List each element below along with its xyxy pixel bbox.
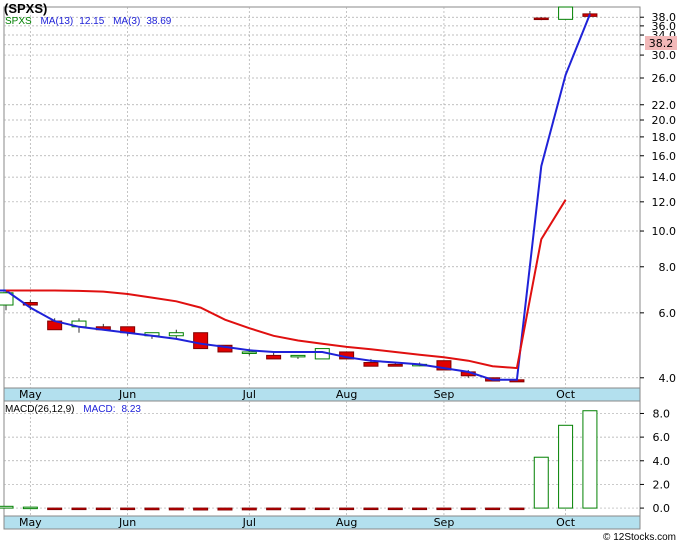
candle-body <box>387 363 403 367</box>
legend-ma13-value: 12.15 <box>79 16 105 27</box>
price-tick-label: 8.0 <box>659 261 677 274</box>
chart-title: (SPXS) <box>4 1 48 16</box>
moving-average-lines <box>0 13 591 381</box>
candle-body <box>363 362 379 367</box>
macd-bar <box>412 507 428 511</box>
candle-body <box>533 17 549 21</box>
macd-bar <box>582 410 598 509</box>
price-tick-label: 16.0 <box>652 150 677 163</box>
macd-bar <box>95 507 111 511</box>
macd-date-label: Jul <box>242 516 256 529</box>
credit-text: © 12Stocks.com <box>603 532 676 543</box>
macd-histogram <box>0 410 598 511</box>
macd-tick-label: 6.0 <box>653 431 671 444</box>
macd-bar <box>509 507 525 511</box>
macd-date-label: Oct <box>556 516 576 529</box>
macd-bar <box>387 507 403 511</box>
price-date-label: Jun <box>118 388 136 401</box>
candle-body <box>266 354 282 360</box>
macd-bar <box>241 507 257 511</box>
macd-tick-label: 2.0 <box>653 478 671 491</box>
macd-bar <box>120 507 136 511</box>
legend-ma3-value: 38.69 <box>146 16 172 27</box>
macd-tick-label: 0.0 <box>653 502 671 515</box>
price-tick-label: 12.0 <box>652 196 677 209</box>
price-date-label: May <box>19 388 42 401</box>
macd-date-label: May <box>19 516 42 529</box>
macd-bar <box>71 507 87 511</box>
macd-date-axis-band <box>3 515 641 530</box>
macd-bar <box>168 507 184 511</box>
price-tick-label: 26.0 <box>652 72 677 85</box>
macd-date-label: Jun <box>118 516 136 529</box>
price-tick-label: 22.0 <box>652 99 677 112</box>
price-panel-frame <box>3 6 641 389</box>
price-grid <box>4 7 640 516</box>
candle-body <box>558 6 574 20</box>
macd-bar <box>436 507 452 511</box>
price-date-label: Aug <box>336 388 357 401</box>
macd-bar <box>533 456 549 509</box>
candle-body <box>193 332 209 350</box>
macd-legend-value-label: MACD: <box>83 404 116 415</box>
price-y-axis: 4.0 6.0 8.0 10.0 12.0 14.0 16.0 18.0 20.0 22.0 26.… <box>640 11 676 385</box>
price-date-label: Jul <box>242 388 256 401</box>
macd-bar <box>22 506 38 510</box>
macd-tick-label: 8.0 <box>653 407 671 420</box>
last-price-badge-label: 38.2 <box>649 37 674 50</box>
price-tick-label: 38.0 <box>652 11 677 24</box>
macd-bar <box>339 507 355 511</box>
macd-bar <box>290 507 306 511</box>
macd-bar <box>314 507 330 511</box>
macd-date-label: Sep <box>434 516 455 529</box>
candle-body <box>241 351 257 354</box>
chart-stage: 4.0 6.0 8.0 10.0 12.0 14.0 16.0 18.0 20.0 22.0 26.… <box>0 0 680 546</box>
macd-bar <box>363 507 379 511</box>
price-tick-label: 4.0 <box>659 372 677 385</box>
macd-bar <box>558 424 574 509</box>
price-date-axis-band <box>3 387 641 402</box>
legend-ma3-label: MA(3) <box>113 16 141 27</box>
price-legend: SPXS MA(13) 12.15 MA(3) 38.69 <box>5 16 177 27</box>
price-tick-label: 18.0 <box>652 131 677 144</box>
macd-bar <box>460 507 476 511</box>
ma3-line <box>0 13 591 381</box>
price-date-label: Oct <box>556 388 576 401</box>
macd-legend-label: MACD(26,12,9) <box>5 404 75 415</box>
macd-bar <box>485 507 501 511</box>
macd-bar <box>193 507 209 511</box>
macd-legend: MACD(26,12,9) MACD: 8.23 <box>5 404 147 415</box>
price-tick-label: 10.0 <box>652 225 677 238</box>
candle-body <box>168 332 184 337</box>
macd-tick-label: 4.0 <box>653 455 671 468</box>
macd-y-axis: 0.0 2.0 4.0 6.0 8.0 <box>640 407 670 515</box>
macd-bar <box>47 507 63 511</box>
candle-body <box>290 354 306 358</box>
macd-legend-value: 8.23 <box>121 404 141 415</box>
price-tick-label: 20.0 <box>652 114 677 127</box>
macd-bar <box>217 507 233 511</box>
price-date-label: Sep <box>434 388 455 401</box>
legend-symbol: SPXS <box>5 16 32 27</box>
chart-canvas: 4.0 6.0 8.0 10.0 12.0 14.0 16.0 18.0 20.0 22.0 26.… <box>0 6 677 530</box>
legend-ma13-label: MA(13) <box>40 16 74 27</box>
price-tick-label: 6.0 <box>659 307 677 320</box>
price-tick-label: 14.0 <box>652 171 677 184</box>
macd-date-label: Aug <box>336 516 357 529</box>
macd-bar <box>144 507 160 511</box>
macd-bar <box>266 507 282 511</box>
macd-bar <box>0 505 14 509</box>
ma13-line <box>6 199 567 370</box>
candlestick-series <box>0 6 598 383</box>
